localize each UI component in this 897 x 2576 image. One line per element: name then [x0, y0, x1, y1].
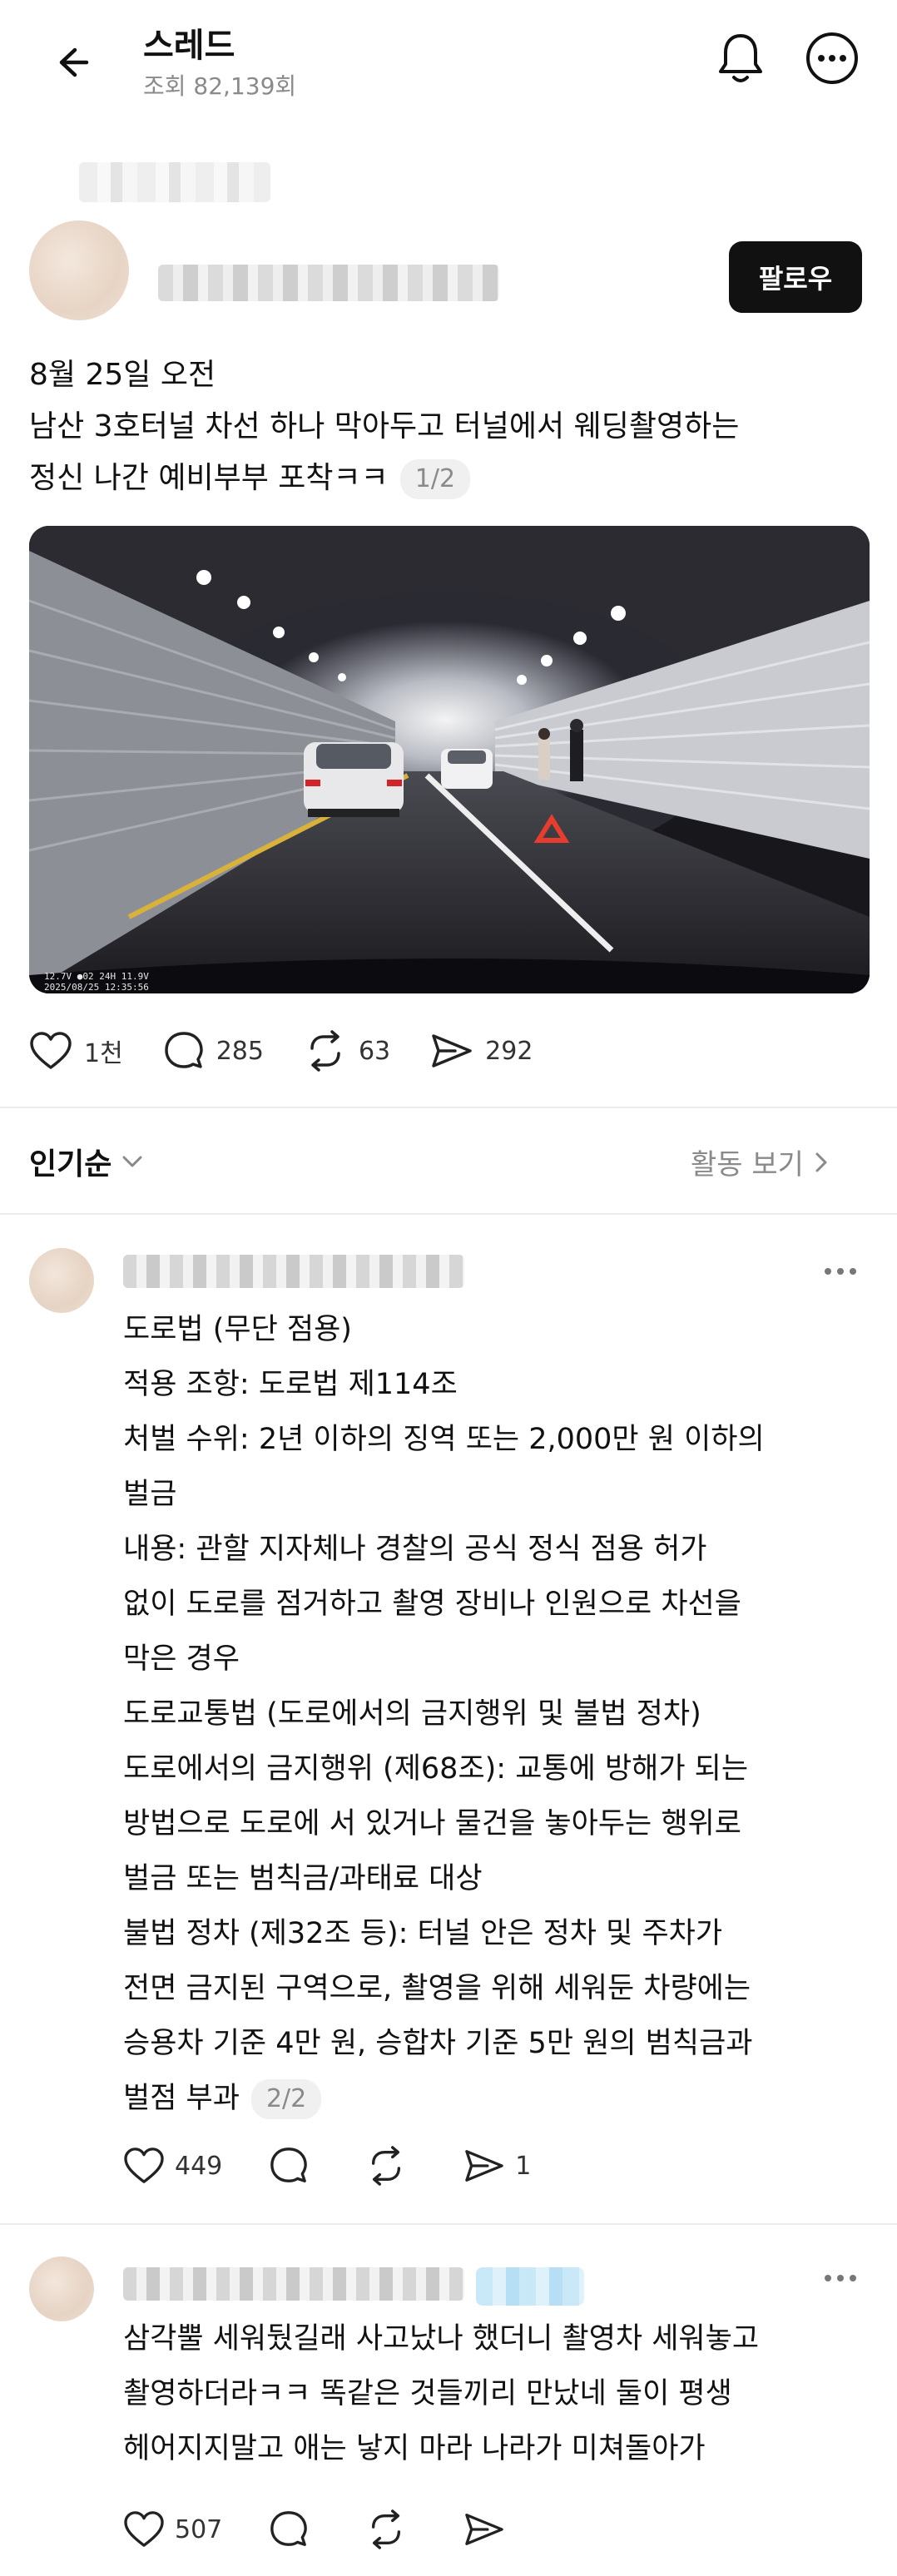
comment-line: 내용: 관할 지자체나 경찰의 공식 정식 점용 허가 [123, 1533, 707, 1566]
comment-like-count: 507 [175, 2514, 223, 2544]
svg-text:2025/08/25 12:35:56: 2025/08/25 12:35:56 [44, 982, 149, 993]
comment-line: 삼각뿔 세워뒀길래 사고났나 했더니 촬영차 세워놓고 [123, 2322, 760, 2356]
comment-line: 벌금 또는 범칙금/과태료 대상 [123, 1862, 483, 1895]
send-icon [465, 2514, 504, 2545]
comment-avatar[interactable] [29, 2256, 94, 2321]
comment-like-button[interactable]: 507 [123, 2510, 222, 2549]
comment-share-button[interactable]: 1 [463, 2147, 531, 2185]
repost-icon [310, 1030, 340, 1072]
repost-button[interactable]: 63 [304, 1030, 390, 1072]
comment-body: 삼각뿔 세워뒀길래 사고났나 했더니 촬영차 세워놓고 촬영하더라ㅋㅋ 똑같은 … [123, 2311, 872, 2476]
comment-repost-button[interactable] [365, 2509, 417, 2549]
heart-icon [124, 2511, 164, 2547]
svg-text:12.7V ●02 24H 11.9V: 12.7V ●02 24H 11.9V [44, 971, 149, 982]
tunnel-photo-icon: 12.7V ●02 24H 11.9V 2025/08/25 12:35:56 [29, 526, 870, 993]
like-button[interactable]: 1천 [29, 1031, 123, 1071]
comment-line: 벌금 [123, 1478, 177, 1511]
comment-line: 헤어지지말고 애는 낳지 마라 나라가 미쳐돌아가 [123, 2432, 706, 2465]
comment-bubble-icon [270, 2511, 308, 2546]
comment-reply-button[interactable] [269, 2509, 319, 2549]
comment-line: 촬영하더라ㅋㅋ 똑같은 것들끼리 만났네 둘이 평생 [123, 2377, 732, 2410]
more-circle-icon [806, 32, 858, 84]
blurred-comment-username[interactable] [123, 1255, 464, 1288]
comment-line: 불법 정차 (제32조 등): 터널 안은 정차 및 주차가 [123, 1917, 723, 1950]
comment-action-row: 507 [123, 2500, 562, 2559]
send-icon [432, 1034, 472, 1068]
blurred-username[interactable] [158, 265, 499, 301]
heart-icon [124, 2147, 164, 2183]
share-count: 292 [485, 1036, 533, 1066]
more-dots-icon [825, 2275, 856, 2281]
sort-dropdown[interactable]: 인기순 [29, 1140, 145, 1183]
page-indicator: 2/2 [250, 2079, 322, 2119]
comment-line: 막은 경우 [123, 1642, 240, 1676]
comment-line: 처벌 수위: 2년 이하의 징역 또는 2,000만 원 이하의 [123, 1423, 765, 1456]
page-indicator: 1/2 [399, 459, 471, 499]
comment-bubble-icon [270, 2147, 308, 2182]
dashcam-tunnel-image[interactable]: 12.7V ●02 24H 11.9V 2025/08/25 12:35:56 [29, 526, 870, 993]
page-title: 스레드 [143, 27, 235, 65]
repost-icon [372, 2146, 401, 2186]
divider [0, 1107, 897, 1108]
more-options-button[interactable] [799, 25, 865, 92]
comment-like-button[interactable]: 449 [123, 2147, 222, 2185]
blurred-repost-info [79, 162, 270, 202]
comment-action-row: 449 1 [123, 2137, 577, 2195]
bell-icon [719, 34, 762, 82]
post-line: 8월 25일 오전 [29, 358, 216, 392]
top-bar: 스레드 조회 82,139회 [0, 0, 897, 125]
post-action-row: 1천 285 63 292 [29, 1022, 572, 1080]
comment-bubble-icon [164, 1032, 203, 1068]
comment-line: 승용차 기준 4만 원, 승합차 기준 5만 원의 범칙금과 [123, 2027, 753, 2060]
back-button[interactable] [42, 33, 100, 92]
comment-line: 도로에서의 금지행위 (제68조): 교통에 방해가 되는 [123, 1752, 749, 1786]
comment-line: 전면 금지된 구역으로, 촬영을 위해 세워둔 차량에는 [123, 1972, 751, 2005]
divider [0, 2223, 897, 2225]
comment-repost-button[interactable] [365, 2146, 417, 2186]
comment-line-text: 벌점 부과 [123, 2082, 240, 2115]
comment-body: 도로법 (무단 점용) 적용 조항: 도로법 제114조 처벌 수위: 2년 이… [123, 1302, 872, 2126]
comment-line: 벌점 부과 2/2 [123, 2071, 872, 2126]
comment-share-button[interactable] [463, 2510, 515, 2549]
send-icon [465, 2150, 504, 2182]
follow-button[interactable]: 팔로우 [729, 241, 862, 313]
view-activity-link[interactable]: 활동 보기 [691, 1142, 829, 1182]
view-count: 조회 82,139회 [143, 72, 297, 100]
comment-avatar[interactable] [29, 1248, 94, 1313]
like-count: 1천 [84, 1039, 123, 1068]
post-line: 정신 나간 예비부부 포착ㅋㅋ 1/2 [29, 453, 870, 504]
heart-icon [30, 1032, 72, 1069]
comment-count: 285 [216, 1036, 264, 1066]
comment-reply-button[interactable] [269, 2146, 319, 2186]
comment-share-count: 1 [515, 2151, 532, 2181]
avatar[interactable] [29, 220, 129, 320]
divider [0, 1213, 897, 1215]
comment-line: 방법으로 도로에 서 있거나 물건을 놓아두는 행위로 [123, 1807, 741, 1840]
chevron-down-icon [122, 1156, 142, 1167]
comment-line: 적용 조항: 도로법 제114조 [123, 1368, 458, 1401]
blurred-comment-username[interactable] [123, 2267, 464, 2301]
repost-count: 63 [358, 1036, 391, 1066]
comment-line: 도로교통법 (도로에서의 금지행위 및 불법 정차) [123, 1697, 701, 1731]
comment-button[interactable]: 285 [163, 1030, 264, 1072]
comment-line: 없이 도로를 점거하고 촬영 장비나 인원으로 차선을 [123, 1588, 741, 1621]
activity-label: 활동 보기 [691, 1148, 804, 1181]
sort-label: 인기순 [29, 1147, 112, 1181]
notification-button[interactable] [707, 25, 774, 92]
comment-more-button[interactable] [815, 1255, 865, 1288]
share-button[interactable]: 292 [430, 1031, 533, 1071]
chevron-right-icon [815, 1152, 827, 1172]
post-line: 남산 3호터널 차선 하나 막아두고 터널에서 웨딩촬영하는 [29, 409, 740, 443]
post-body: 8월 25일 오전 남산 3호터널 차선 하나 막아두고 터널에서 웨딩촬영하는… [29, 349, 870, 504]
comment-line: 도로법 (무단 점용) [123, 1313, 352, 1346]
comment-like-count: 449 [175, 2151, 223, 2181]
blurred-badge [476, 2267, 584, 2306]
back-arrow-icon [59, 47, 89, 77]
more-dots-icon [825, 1268, 856, 1275]
repost-icon [372, 2509, 401, 2549]
comment-more-button[interactable] [815, 2261, 865, 2295]
post-line-text: 정신 나간 예비부부 포착ㅋㅋ [29, 461, 389, 495]
